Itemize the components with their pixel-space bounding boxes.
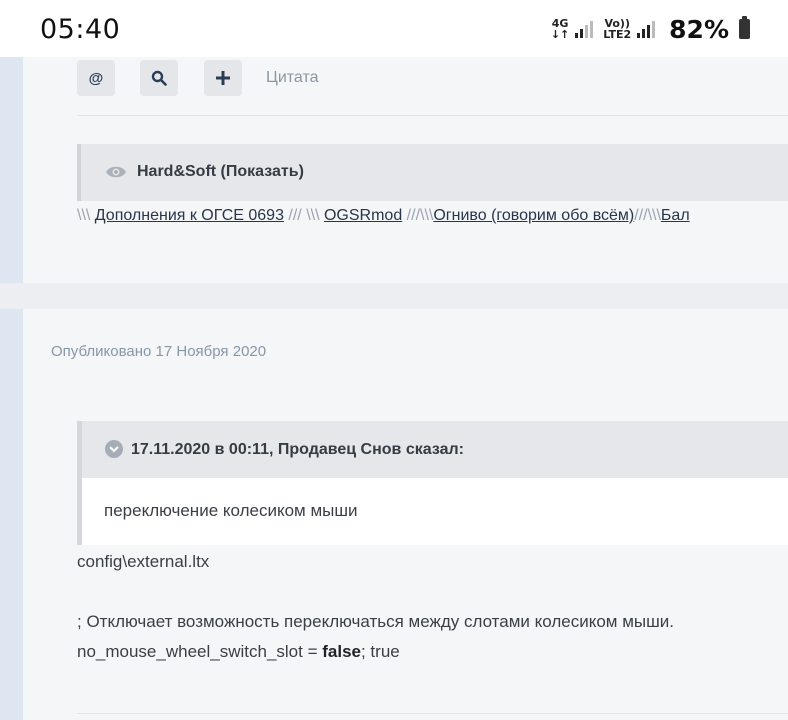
- battery-icon: [739, 16, 750, 39]
- post-date[interactable]: Опубликовано 17 Ноября 2020: [51, 343, 266, 360]
- forum-page: @ Цитата Hard&Soft (Показать) \\\ Дополн…: [0, 57, 788, 720]
- status-icons: 4G ↓↑ Vo)) LTE2 82%: [551, 13, 750, 45]
- sig-link-ognivo[interactable]: Огниво (говорим обо всём): [433, 207, 634, 224]
- signature-links: \\\ Дополнения к ОГСЕ 0693 /// \\\ OGSRm…: [77, 207, 690, 225]
- sig-link-ogsrmod[interactable]: OGSRmod: [324, 207, 402, 224]
- plus-icon: [216, 71, 230, 85]
- config-key: no_mouse_wheel_switch_slot =: [77, 642, 323, 661]
- forum-post-previous: @ Цитата Hard&Soft (Показать) \\\ Дополн…: [0, 57, 788, 283]
- chevron-down-icon[interactable]: [105, 440, 123, 458]
- mention-button[interactable]: @: [77, 60, 115, 96]
- config-value-bold: false: [322, 642, 361, 661]
- forum-post: Опубликовано 17 Ноября 2020 17.11.2020 в…: [0, 309, 788, 720]
- signal-2-icon: [637, 20, 656, 38]
- quote-button[interactable]: Цитата: [266, 69, 319, 87]
- post-separator: [0, 283, 788, 309]
- quote-author-line: 17.11.2020 в 00:11, Продавец Снов сказал…: [131, 441, 464, 458]
- signature-divider: [77, 713, 788, 714]
- sig-separator: /// \\\: [283, 207, 324, 224]
- post-author-rail: [0, 57, 23, 283]
- signal-1-icon: [575, 20, 594, 38]
- battery-percent: 82%: [669, 14, 729, 44]
- sig-separator: ///\\\: [634, 207, 661, 224]
- lte2-label: LTE2: [603, 28, 632, 41]
- sig-separator: \\\: [77, 207, 95, 224]
- network-4g-icon: 4G ↓↑: [551, 18, 569, 40]
- post-text-line: config\external.ltx: [77, 552, 210, 571]
- status-bar: 05:40 4G ↓↑ Vo)) LTE2 82%: [0, 0, 788, 57]
- config-comment: ; true: [360, 642, 400, 661]
- eye-icon: [106, 166, 126, 178]
- post-text-line: ; Отключает возможность переключаться ме…: [77, 612, 674, 631]
- status-time: 05:40: [40, 14, 121, 45]
- network-volte-icon: Vo)) LTE2: [603, 18, 631, 40]
- quote-text: переключение колесиком мыши: [104, 501, 358, 520]
- search-button[interactable]: [140, 60, 178, 96]
- post-author-rail: [0, 309, 23, 720]
- sig-link-truncated[interactable]: Бал: [661, 207, 690, 224]
- quote-block: 17.11.2020 в 00:11, Продавец Снов сказал…: [77, 421, 788, 545]
- network-arrows: ↓↑: [550, 28, 570, 41]
- sig-link-ogse-addons[interactable]: Дополнения к ОГСЕ 0693: [95, 207, 284, 224]
- search-icon: [151, 70, 167, 86]
- signature-divider: [77, 115, 788, 116]
- sig-separator: ///\\\: [402, 207, 434, 224]
- quote-header[interactable]: 17.11.2020 в 00:11, Продавец Снов сказал…: [82, 421, 788, 478]
- multiquote-add-button[interactable]: [204, 60, 242, 96]
- post-text-line: no_mouse_wheel_switch_slot = false; true: [77, 642, 400, 662]
- spoiler-toggle[interactable]: Hard&Soft (Показать): [77, 144, 788, 201]
- mention-icon: @: [88, 69, 104, 87]
- spoiler-title: Hard&Soft (Показать): [137, 163, 304, 180]
